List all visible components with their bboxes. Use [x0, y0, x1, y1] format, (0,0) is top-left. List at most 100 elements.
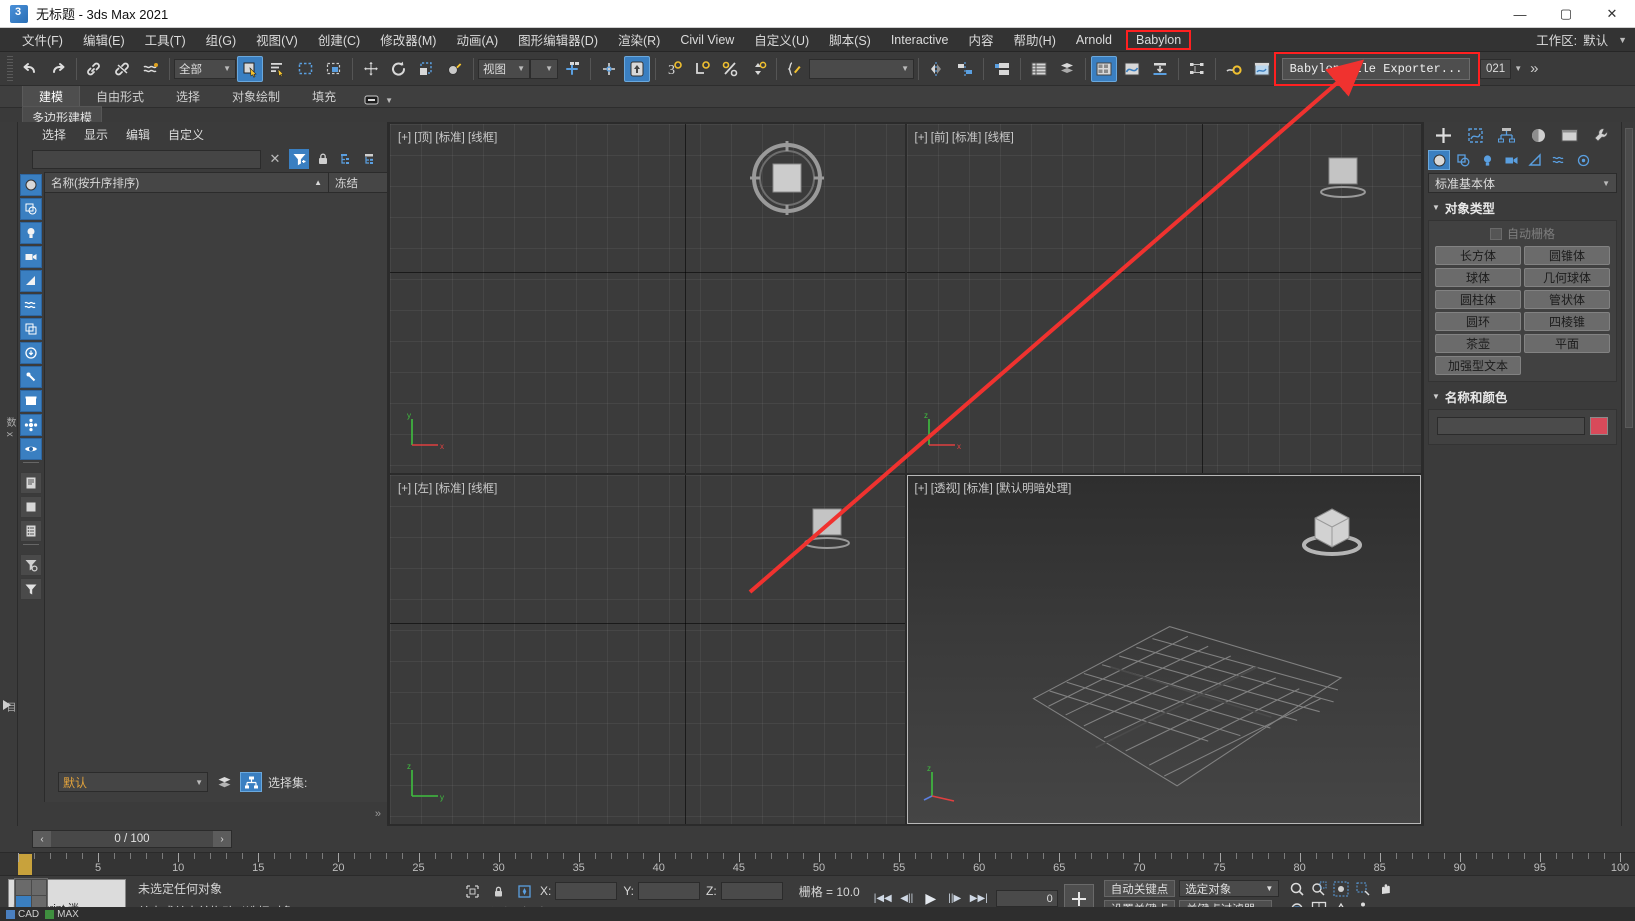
command-panel-scroll-thumb[interactable] — [1625, 128, 1633, 428]
toolbar-overflow-button[interactable]: » — [1530, 60, 1538, 77]
select-and-link-icon[interactable] — [82, 56, 108, 82]
layer-manager-icon[interactable] — [989, 56, 1015, 82]
ribbon-tab-freeform[interactable]: 自由形式 — [80, 86, 160, 107]
menu-item-file[interactable]: 文件(F) — [12, 27, 73, 52]
filter-bones-icon[interactable] — [20, 366, 42, 388]
filter-cameras-icon[interactable] — [20, 246, 42, 268]
align-objects-icon[interactable] — [952, 56, 978, 82]
viewcube-top-icon[interactable] — [747, 138, 827, 218]
material-editor-icon[interactable] — [1091, 56, 1117, 82]
select-and-scale-icon[interactable] — [414, 56, 440, 82]
key-filter-target-combo[interactable]: 选定对象 ▼ — [1179, 880, 1279, 897]
select-and-rotate-icon[interactable] — [386, 56, 412, 82]
filter-geometry-icon[interactable] — [20, 174, 42, 196]
select-and-move-icon[interactable] — [358, 56, 384, 82]
spinner-snap-icon[interactable] — [745, 56, 771, 82]
menu-item-edit[interactable]: 编辑(E) — [73, 27, 135, 52]
coord-y-field[interactable]: Y: — [623, 882, 700, 900]
category-space-warps-icon[interactable] — [1548, 150, 1570, 170]
unlink-selection-icon[interactable] — [110, 56, 136, 82]
menu-item-civil-view[interactable]: Civil View — [670, 30, 744, 50]
create-cylinder-button[interactable]: 圆柱体 — [1435, 290, 1521, 309]
object-name-input[interactable] — [1437, 417, 1585, 435]
coord-x-input[interactable] — [555, 882, 617, 900]
menu-item-views[interactable]: 视图(V) — [246, 27, 308, 52]
create-text-plus-button[interactable]: 加强型文本 — [1435, 356, 1521, 375]
viewport-top[interactable]: [+] [顶] [标准] [线框] y x — [390, 124, 905, 473]
viewcube-perspective-icon[interactable] — [1295, 497, 1369, 571]
reference-coordinate-combo[interactable]: 视图 ▼ — [478, 59, 530, 79]
align-icon[interactable] — [689, 56, 715, 82]
menu-item-rendering[interactable]: 渲染(R) — [608, 27, 670, 52]
ribbon-tab-object-paint[interactable]: 对象绘制 — [216, 86, 296, 107]
autogrid-checkbox-row[interactable]: 自动栅格 — [1435, 225, 1610, 246]
layer-combo[interactable]: 默认 ▼ — [58, 772, 208, 792]
clear-search-icon[interactable]: ✕ — [265, 149, 285, 169]
curve-editor-icon[interactable] — [1119, 56, 1145, 82]
mirror-geometry-icon[interactable] — [924, 56, 950, 82]
explorer-menu-select[interactable]: 选择 — [42, 126, 66, 143]
left-rail-expand-icon[interactable] — [3, 700, 11, 710]
create-torus-button[interactable]: 圆环 — [1435, 312, 1521, 331]
viewport-left[interactable]: [+] [左] [标准] [线框] z y — [390, 475, 905, 824]
explorer-menu-edit[interactable]: 编辑 — [126, 126, 150, 143]
filter-xrefs-icon[interactable] — [20, 342, 42, 364]
filter-particles-icon[interactable] — [20, 414, 42, 436]
layout-quad-tl[interactable] — [16, 880, 31, 895]
display-blank-icon[interactable] — [20, 496, 42, 518]
current-frame-field[interactable]: ‹ 0 / 100 › — [32, 830, 232, 848]
filter-space-warps-icon[interactable] — [20, 294, 42, 316]
viewport-top-label[interactable]: [+] [顶] [标准] [线框] — [398, 129, 497, 145]
menu-item-group[interactable]: 组(G) — [196, 27, 247, 52]
zoom-extents-icon[interactable] — [1331, 880, 1351, 898]
render-frame-window-icon[interactable] — [1249, 56, 1275, 82]
create-plane-button[interactable]: 平面 — [1524, 334, 1610, 353]
create-tube-button[interactable]: 管状体 — [1524, 290, 1610, 309]
explorer-menu-customize[interactable]: 自定义 — [168, 126, 204, 143]
viewcube-left-icon[interactable] — [799, 499, 855, 555]
zoom-icon[interactable] — [1287, 880, 1307, 898]
menu-item-content[interactable]: 内容 — [959, 27, 1004, 52]
ribbon-tab-populate[interactable]: 填充 — [296, 86, 352, 107]
menu-item-scripting[interactable]: 脚本(S) — [819, 27, 881, 52]
tab-utilities[interactable] — [1589, 124, 1613, 146]
play-animation-icon[interactable]: ▶ — [920, 889, 942, 909]
create-cone-button[interactable]: 圆锥体 — [1524, 246, 1610, 265]
prev-frame-arrow[interactable]: ‹ — [33, 831, 51, 847]
filter-containers-icon[interactable] — [20, 390, 42, 412]
create-teapot-button[interactable]: 茶壶 — [1435, 334, 1521, 353]
schematic-view-icon[interactable] — [1184, 56, 1210, 82]
scene-explorer-overflow[interactable]: » — [375, 808, 381, 820]
goto-start-icon[interactable]: |◀◀ — [872, 889, 894, 909]
category-geometry-icon[interactable] — [1428, 150, 1450, 170]
expand-all-icon[interactable] — [337, 149, 357, 169]
ribbon-tab-modeling[interactable]: 建模 — [22, 85, 80, 107]
zoom-region-icon[interactable] — [1353, 880, 1373, 898]
named-selection-sets-icon[interactable] — [782, 56, 808, 82]
category-cameras-icon[interactable] — [1500, 150, 1522, 170]
key-mode-field[interactable]: 0 — [996, 890, 1058, 907]
menu-item-babylon[interactable]: Babylon — [1126, 30, 1191, 50]
viewport-front[interactable]: [+] [前] [标准] [线框] z x — [907, 124, 1422, 473]
menu-item-customize[interactable]: 自定义(U) — [744, 27, 819, 52]
bind-to-space-warp-icon[interactable] — [138, 56, 164, 82]
selection-lock-region-icon[interactable] — [462, 882, 482, 900]
filter-groups-icon[interactable] — [20, 318, 42, 340]
object-color-swatch[interactable] — [1590, 417, 1608, 435]
snap-toggle-icon[interactable] — [559, 56, 585, 82]
select-and-place-icon[interactable] — [442, 56, 468, 82]
create-box-button[interactable]: 长方体 — [1435, 246, 1521, 265]
column-header-name[interactable]: 名称(按升序排序) ▲ — [45, 173, 329, 192]
column-header-frozen[interactable]: 冻结 — [329, 173, 387, 192]
create-sphere-button[interactable]: 球体 — [1435, 268, 1521, 287]
filter-visibility-icon[interactable] — [20, 438, 42, 460]
filter-funnel-icon[interactable] — [20, 578, 42, 600]
tab-display[interactable] — [1558, 124, 1582, 146]
minimize-button[interactable]: — — [1497, 0, 1543, 28]
rectangular-selection-region-icon[interactable] — [293, 56, 319, 82]
time-ruler[interactable]: 5101520253035404550556065707580859095100 — [0, 852, 1635, 876]
rollup-object-type-header[interactable]: ▼ 对象类型 — [1428, 196, 1617, 220]
create-pyramid-button[interactable]: 四棱锥 — [1524, 312, 1610, 331]
lock-icon[interactable] — [313, 149, 333, 169]
advanced-filter-icon[interactable] — [20, 554, 42, 576]
